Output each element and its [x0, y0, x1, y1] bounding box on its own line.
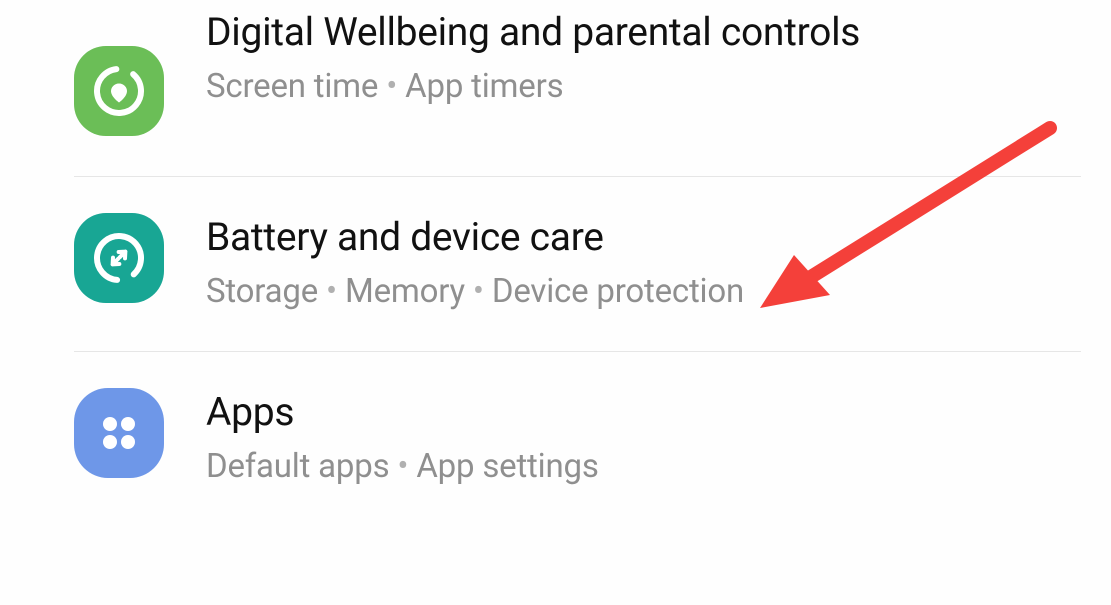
settings-list: Digital Wellbeing and parental controls … — [0, 0, 1111, 486]
subtitle-part: Storage — [206, 272, 318, 311]
setting-subtitle: Default apps•App settings — [206, 447, 1081, 486]
setting-text: Apps Default apps•App settings — [206, 388, 1081, 486]
setting-subtitle: Storage•Memory•Device protection — [206, 272, 1081, 311]
subtitle-part: App settings — [416, 447, 598, 486]
separator-dot: • — [465, 272, 492, 311]
subtitle-part: Default apps — [206, 447, 389, 486]
subtitle-part: Screen time — [206, 67, 378, 106]
subtitle-part: Device protection — [492, 272, 744, 311]
separator-dot: • — [389, 447, 416, 486]
separator-dot: • — [318, 272, 345, 311]
setting-title: Digital Wellbeing and parental controls — [206, 8, 1081, 57]
setting-text: Digital Wellbeing and parental controls … — [206, 8, 1081, 106]
subtitle-part: Memory — [345, 272, 465, 311]
device-care-icon — [74, 213, 164, 303]
setting-row-battery-device-care[interactable]: Battery and device care Storage•Memory•D… — [74, 177, 1081, 352]
setting-title: Apps — [206, 388, 1081, 437]
setting-text: Battery and device care Storage•Memory•D… — [206, 213, 1081, 311]
separator-dot: • — [378, 67, 405, 106]
subtitle-part: App timers — [405, 67, 563, 106]
setting-subtitle: Screen time•App timers — [206, 67, 1081, 106]
setting-title: Battery and device care — [206, 213, 1081, 262]
apps-icon — [74, 388, 164, 478]
setting-row-apps[interactable]: Apps Default apps•App settings — [74, 352, 1081, 486]
setting-row-digital-wellbeing[interactable]: Digital Wellbeing and parental controls … — [74, 8, 1081, 177]
digital-wellbeing-icon — [74, 46, 164, 136]
